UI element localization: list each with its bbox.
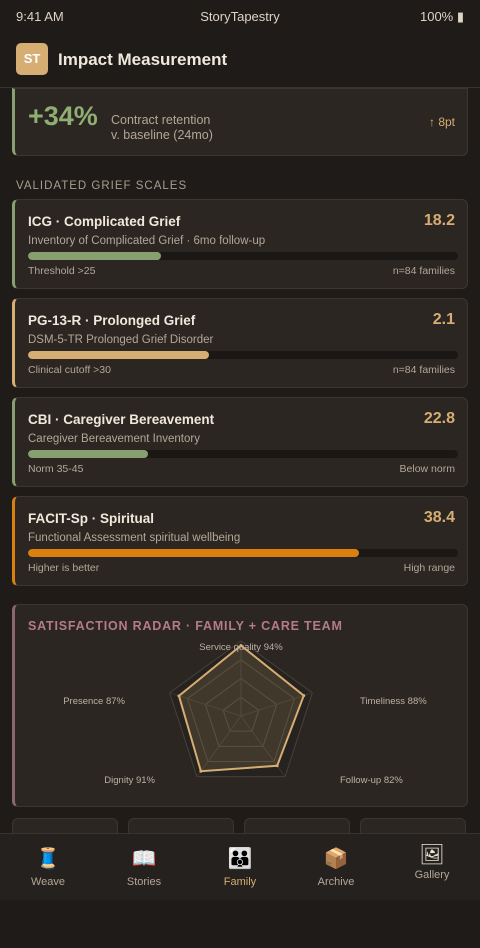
retention-hero-card[interactable]: +34% Contract retention v. baseline (24m…	[12, 88, 468, 156]
scale-subtitle: Inventory of Complicated Grief · 6mo fol…	[28, 235, 266, 247]
scale-name: ICG · Complicated Grief	[28, 214, 181, 229]
scale-score: 2.1	[432, 311, 455, 328]
radar-data-point	[177, 694, 181, 698]
scale-progress-track	[28, 252, 458, 260]
radar-axis-label: Dignity 91%	[104, 775, 155, 786]
tab-weave[interactable]: 🧵 Weave	[0, 834, 96, 901]
radar-axis-label: Presence 87%	[63, 696, 125, 707]
status-app-name: StoryTapestry	[200, 9, 280, 24]
radar-axis-label: Follow-up 82%	[340, 775, 403, 786]
battery-indicator: 100% ▮	[419, 9, 464, 24]
scale-score: 18.2	[423, 212, 455, 229]
scale-threshold: Higher is better	[28, 562, 100, 574]
spool-icon: 🧵	[35, 848, 61, 870]
app-header: ST Impact Measurement	[0, 32, 480, 88]
scale-subtitle: Caregiver Bereavement Inventory	[28, 433, 200, 445]
tab-stories[interactable]: 📖 Stories	[96, 834, 192, 901]
scale-progress-fill	[28, 252, 162, 260]
scale-card[interactable]: PG-13-R · Prolonged Grief 2.1 DSM-5-TR P…	[12, 298, 468, 388]
tab-archive[interactable]: 📦 Archive	[288, 834, 384, 901]
scale-progress-track	[28, 351, 458, 359]
scale-sample: n=84 families	[392, 364, 455, 376]
scale-subtitle: DSM-5-TR Prolonged Grief Disorder	[28, 334, 214, 346]
tab-label: Weave	[30, 876, 66, 888]
tab-family[interactable]: 👪 Family	[192, 834, 288, 901]
radar-axis-label: Timeliness 88%	[360, 696, 427, 707]
scale-threshold: Clinical cutoff >30	[28, 364, 111, 376]
section-label-grief-scales: VALIDATED GRIEF SCALES	[16, 180, 188, 192]
scale-name: CBI · Caregiver Bereavement	[28, 412, 215, 427]
tab-label: Stories	[126, 876, 162, 888]
app-logo[interactable]: ST	[16, 43, 48, 75]
scale-threshold: Norm 35-45	[28, 463, 84, 475]
box-icon: 📦	[323, 848, 349, 870]
scale-name: FACIT-Sp · Spiritual	[28, 511, 155, 526]
scale-progress-fill	[28, 450, 149, 458]
radar-axis-label: Service quality 94%	[199, 642, 283, 653]
scale-card[interactable]: ICG · Complicated Grief 18.2 Inventory o…	[12, 199, 468, 289]
book-icon: 📖	[131, 848, 157, 870]
scale-progress-track	[28, 549, 458, 557]
satisfaction-radar-card: SATISFACTION RADAR · FAMILY + CARE TEAM …	[12, 604, 468, 807]
radar-data-point	[275, 764, 279, 768]
picture-icon: 🖼	[419, 844, 445, 866]
scale-card[interactable]: CBI · Caregiver Bereavement 22.8 Caregiv…	[12, 397, 468, 487]
retention-desc-line2: v. baseline (24mo)	[111, 128, 213, 142]
tab-label: Family	[223, 876, 257, 888]
scale-sample: n=84 families	[392, 265, 455, 277]
scale-progress-fill	[28, 549, 360, 557]
scale-score: 38.4	[423, 509, 455, 526]
scale-progress-fill	[28, 351, 209, 359]
family-icon: 👪	[227, 848, 253, 870]
scale-card[interactable]: FACIT-Sp · Spiritual 38.4 Functional Ass…	[12, 496, 468, 586]
tab-gallery[interactable]: 🖼 Gallery	[384, 834, 480, 901]
scale-sample: High range	[403, 562, 455, 574]
retention-delta: ↑ 8pt	[428, 115, 455, 129]
scale-score: 22.8	[423, 410, 455, 427]
retention-description: Contract retention v. baseline (24mo)	[111, 113, 213, 143]
scale-sample: Below norm	[399, 463, 455, 475]
satisfaction-radar-chart: Service quality 94% Timeliness 88% Follow-…	[63, 640, 427, 786]
home-indicator-area	[0, 900, 480, 948]
radar-data-point	[302, 694, 306, 698]
scale-name: PG-13-R · Prolonged Grief	[28, 313, 196, 328]
scale-threshold: Threshold >25	[28, 265, 96, 277]
scale-progress-track	[28, 450, 458, 458]
status-bar: 9:41 AM StoryTapestry 100% ▮	[0, 0, 480, 32]
retention-desc-line1: Contract retention	[111, 113, 211, 127]
tab-label: Archive	[317, 876, 355, 888]
page-title: Impact Measurement	[58, 50, 228, 69]
radar-data-point	[199, 769, 203, 773]
tab-label: Gallery	[414, 869, 450, 881]
bottom-tab-bar: 🧵 Weave 📖 Stories 👪 Family 📦 Archive 🖼 G…	[0, 833, 480, 900]
scale-subtitle: Functional Assessment spiritual wellbein…	[28, 532, 241, 544]
retention-value: +34%	[28, 101, 98, 131]
